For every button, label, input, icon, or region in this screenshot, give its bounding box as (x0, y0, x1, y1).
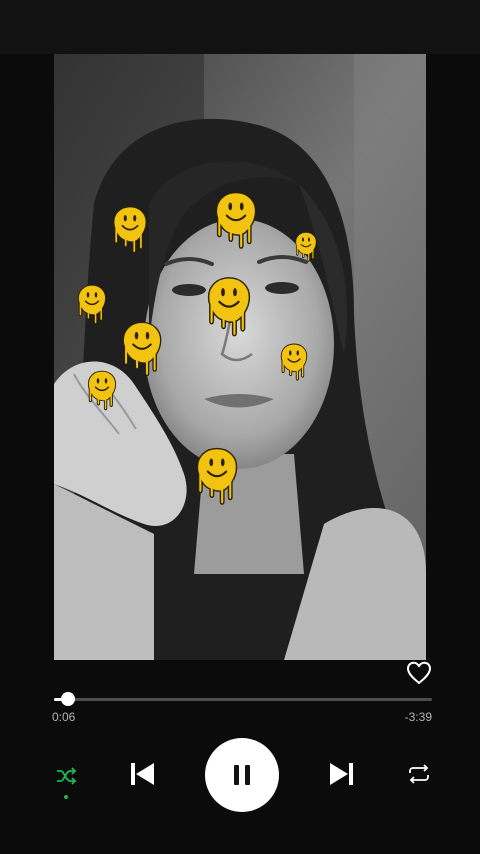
shuffle-icon (57, 767, 77, 785)
album-artwork (54, 54, 426, 660)
remaining-time: -3:39 (404, 710, 432, 724)
elapsed-time: 0:06 (52, 710, 76, 724)
pause-icon (234, 765, 250, 785)
previous-track-button[interactable] (122, 754, 162, 794)
shuffle-active-indicator (64, 795, 68, 799)
artwork-image (54, 54, 426, 660)
seek-bar[interactable] (54, 692, 432, 706)
now-playing-screen: 0:06 -3:39 (0, 0, 480, 854)
skip-previous-icon (131, 763, 154, 785)
repeat-button[interactable] (401, 756, 437, 792)
next-track-button[interactable] (322, 754, 362, 794)
like-button[interactable] (404, 658, 434, 688)
heart-outline-icon (407, 661, 431, 684)
seek-bar-thumb[interactable] (61, 692, 75, 706)
pause-button[interactable] (205, 738, 279, 812)
top-bar (0, 0, 480, 54)
skip-next-icon (330, 763, 353, 785)
shuffle-button[interactable] (48, 758, 84, 794)
repeat-icon (409, 764, 429, 784)
